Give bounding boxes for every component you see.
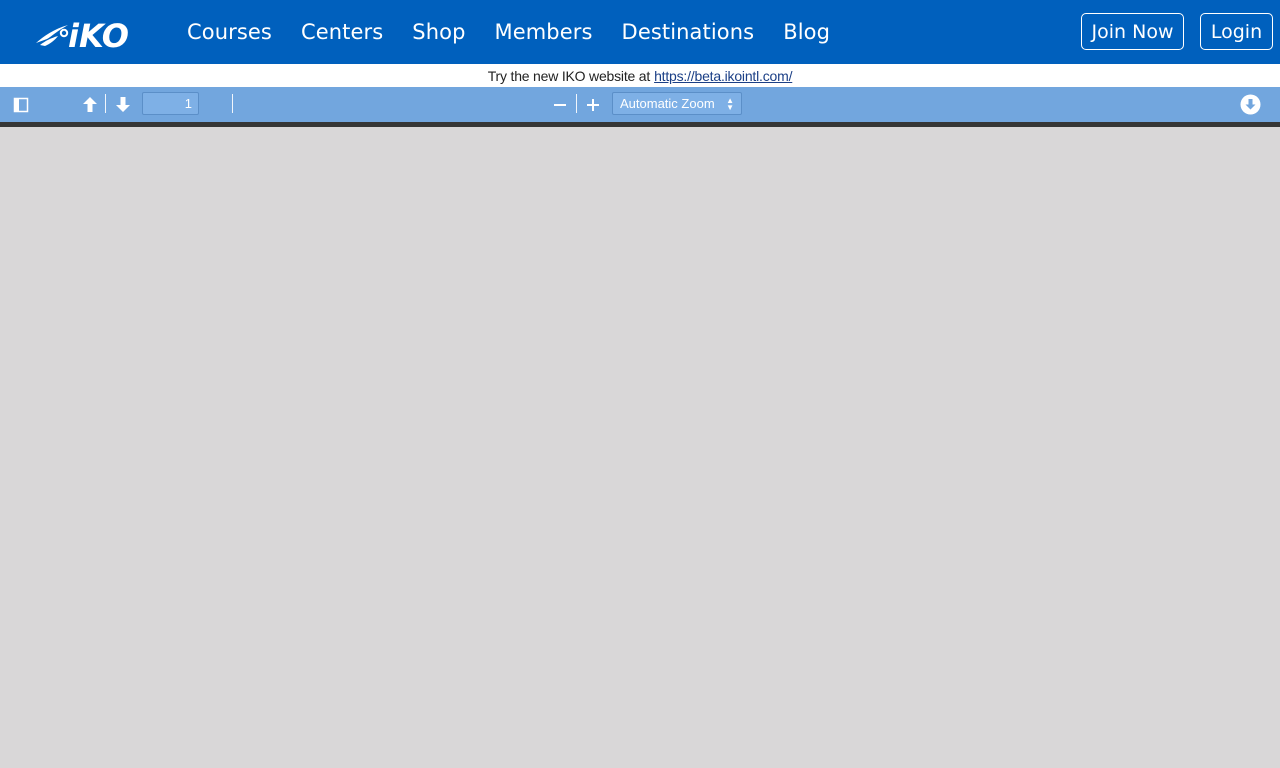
nav-destinations[interactable]: Destinations xyxy=(622,20,755,44)
sidebar-toggle-button[interactable] xyxy=(8,87,34,122)
iko-logo[interactable]: iKO xyxy=(34,16,148,50)
svg-text:iKO: iKO xyxy=(68,17,129,50)
download-icon xyxy=(1240,94,1260,115)
zoom-in-button[interactable] xyxy=(582,87,604,122)
zoom-in-icon xyxy=(587,98,599,111)
nav-centers[interactable]: Centers xyxy=(301,20,383,44)
nav-courses[interactable]: Courses xyxy=(187,20,272,44)
download-button[interactable] xyxy=(1238,87,1262,122)
join-now-button[interactable]: Join Now xyxy=(1081,13,1184,50)
toolbar-separator xyxy=(105,94,106,113)
beta-site-link[interactable]: https://beta.ikointl.com/ xyxy=(654,68,792,84)
sidebar-toggle-icon xyxy=(13,97,29,112)
zoom-out-icon xyxy=(554,103,566,106)
previous-page-button[interactable] xyxy=(79,87,101,122)
select-arrows-icon: ▲ ▼ xyxy=(726,96,734,112)
pdf-viewer-area[interactable] xyxy=(0,127,1280,768)
zoom-out-button[interactable] xyxy=(549,87,571,122)
zoom-select-label: Automatic Zoom xyxy=(620,96,715,111)
top-navigation: iKO Courses Centers Shop Members Destina… xyxy=(0,0,1280,64)
main-nav: Courses Centers Shop Members Destination… xyxy=(187,0,859,64)
toolbar-separator xyxy=(232,94,233,113)
nav-blog[interactable]: Blog xyxy=(783,20,830,44)
nav-shop[interactable]: Shop xyxy=(412,20,465,44)
beta-notice: Try the new IKO website at https://beta.… xyxy=(0,64,1280,87)
page-down-icon xyxy=(116,97,130,112)
next-page-button[interactable] xyxy=(112,87,134,122)
login-button[interactable]: Login xyxy=(1200,13,1273,50)
nav-members[interactable]: Members xyxy=(495,20,593,44)
page-up-icon xyxy=(83,97,97,112)
toolbar-separator xyxy=(576,94,577,113)
beta-notice-text: Try the new IKO website at xyxy=(487,67,651,84)
zoom-select[interactable]: Automatic Zoom ▲ ▼ xyxy=(612,92,742,115)
page-number-input[interactable]: 1 xyxy=(142,92,199,115)
